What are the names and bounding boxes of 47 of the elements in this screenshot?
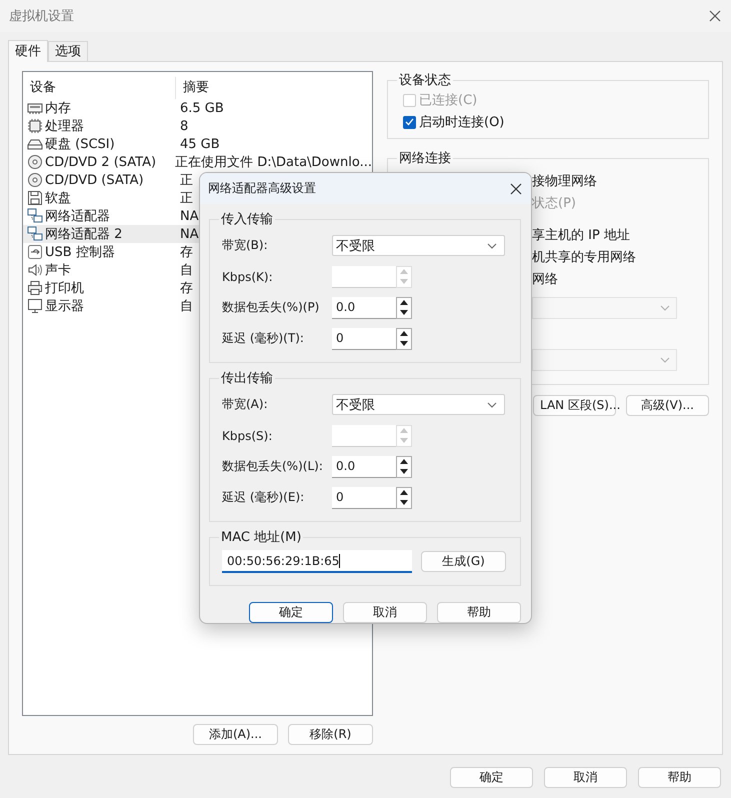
device-summary: NA	[180, 208, 199, 224]
option-label: 状态(P)	[532, 195, 577, 213]
column-header: 设备	[23, 77, 176, 99]
device-name: 显示器	[45, 298, 84, 315]
group-title: MAC 地址(M)	[220, 529, 302, 546]
option-label: 机共享的专用网络	[532, 249, 637, 267]
option-label: 网络	[532, 271, 559, 289]
field-label: Kbps(K):	[222, 270, 274, 284]
field-label: 数据包丢失(%)(L):	[222, 458, 324, 475]
device-name: USB 控制器	[45, 244, 115, 261]
field-label: 带宽(A):	[222, 396, 269, 413]
option-label: 享主机的 IP 地址	[532, 227, 631, 245]
device-summary: 自	[180, 298, 193, 315]
device-summary: 存	[180, 280, 193, 297]
checkbox-label: 已连接(C)	[419, 92, 478, 109]
device-summary: 正	[180, 172, 193, 189]
checkbox-label: 启动时连接(O)	[419, 114, 504, 131]
device-summary: 45 GB	[180, 136, 220, 152]
column-header: 摘要	[182, 79, 209, 97]
device-name: 处理器	[45, 118, 84, 135]
field-label: 延迟 (毫秒)(T):	[222, 330, 305, 347]
group-title: 传入传输	[220, 211, 274, 228]
field-label: Kbps(S):	[222, 428, 274, 442]
device-summary: 正在使用文件 D:\Data\Downlo...	[175, 154, 372, 171]
device-name: 软盘	[45, 190, 71, 207]
window-title: 虚拟机设置	[9, 8, 74, 25]
device-summary: 存	[180, 244, 193, 261]
device-name: 打印机	[45, 280, 84, 297]
device-name: CD/DVD (SATA)	[45, 172, 144, 188]
group-title: 传出传输	[220, 370, 274, 387]
dialog-title: 网络适配器高级设置	[208, 180, 316, 197]
device-name: 网络适配器 2	[45, 226, 122, 243]
device-name: 内存	[45, 100, 71, 117]
device-summary: 正	[180, 190, 193, 207]
device-name: 声卡	[45, 262, 71, 279]
group-title: 设备状态	[398, 72, 452, 89]
device-summary: 6.5 GB	[180, 100, 224, 116]
option-label: 接物理网络	[532, 173, 598, 191]
device-name: 硬盘 (SCSI)	[45, 136, 115, 153]
field-label: 延迟 (毫秒)(E):	[222, 489, 306, 506]
device-name: 网络适配器	[45, 208, 110, 225]
device-summary: 自	[180, 262, 193, 279]
device-summary: NA	[180, 226, 199, 242]
device-name: CD/DVD 2 (SATA)	[45, 154, 156, 170]
field-label: 数据包丢失(%)(P)	[222, 299, 320, 316]
device-summary: 8	[180, 118, 188, 134]
group-title: 网络连接	[398, 150, 452, 167]
